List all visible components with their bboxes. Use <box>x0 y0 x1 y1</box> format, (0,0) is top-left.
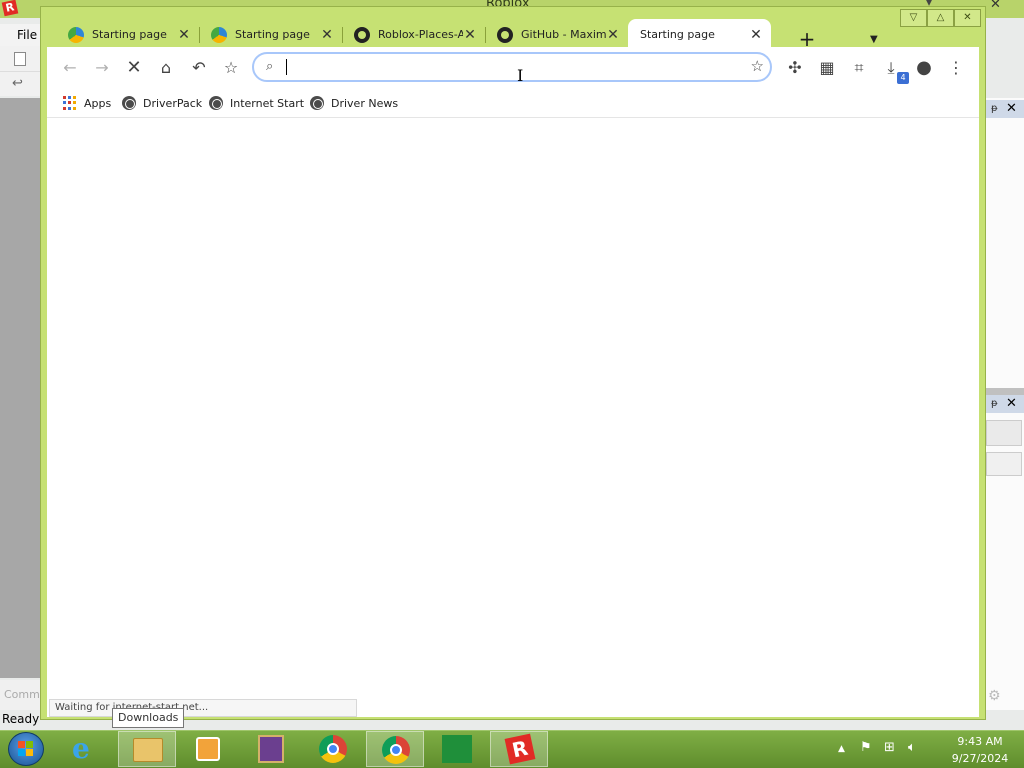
tab-close-icon[interactable]: ✕ <box>749 27 763 43</box>
stop-icon[interactable]: ✕ <box>123 57 145 79</box>
properties-field[interactable] <box>986 452 1022 476</box>
tab-starting-page-1[interactable]: Starting page ✕ <box>56 19 200 50</box>
archive-icon <box>258 735 284 763</box>
new-document-icon[interactable] <box>14 52 26 66</box>
tab-close-icon[interactable]: ✕ <box>606 27 620 43</box>
bookmark-label: Driver News <box>331 96 399 110</box>
command-bar-hint: Comm <box>4 688 40 701</box>
roblox-status-text: Ready <box>2 712 40 726</box>
loading-status: Waiting for internet-start.net... <box>49 699 357 717</box>
tab-label: Roblox-Places-A <box>378 28 463 41</box>
bookmark-label: DriverPack <box>143 96 203 110</box>
bookmarks-bar: Apps DriverPack Internet Start Driver Ne… <box>47 90 979 118</box>
bookmark-driver-news[interactable]: Driver News <box>310 96 398 110</box>
volume-muted-icon[interactable]: 🔈︎ <box>908 740 916 755</box>
clock-date[interactable]: 9/27/2024 <box>945 752 1015 765</box>
address-input[interactable] <box>284 58 734 78</box>
globe-icon <box>209 96 223 110</box>
internet-explorer-icon: e <box>72 732 90 765</box>
mouse-text-cursor: I <box>517 66 524 85</box>
spinner-icon <box>68 26 84 43</box>
star-icon[interactable]: ☆ <box>751 57 764 75</box>
network-icon[interactable]: ⊞ <box>884 740 895 755</box>
browser-window: ▽ △ ✕ Starting page ✕ Starting page ✕ Ro… <box>40 6 986 720</box>
windows-logo-icon <box>18 741 33 756</box>
tab-starting-page-2[interactable]: Starting page ✕ <box>199 19 343 50</box>
chrome-icon-center <box>327 743 339 755</box>
show-hidden-icons-icon[interactable]: ▲ <box>838 744 845 754</box>
tab-github-maxim[interactable]: GitHub - Maxim ✕ <box>485 19 628 50</box>
taskbar-store[interactable] <box>428 731 486 767</box>
menu-kebab-icon[interactable]: ⋮ <box>945 57 967 79</box>
roblox-close-icon[interactable]: ✕ <box>990 0 1001 12</box>
github-icon <box>497 26 513 43</box>
tab-strip: Starting page ✕ Starting page ✕ Roblox-P… <box>56 16 976 50</box>
profile-icon[interactable]: ● <box>913 57 935 79</box>
panel-close-icon[interactable]: ✕ <box>1006 101 1017 116</box>
github-icon <box>354 26 370 43</box>
downloads-count-badge: 4 <box>897 72 909 84</box>
tab-close-icon[interactable]: ✕ <box>463 27 477 43</box>
tab-search-chevron-icon[interactable]: ▼ <box>870 34 878 45</box>
chrome-icon-center <box>390 744 402 756</box>
store-icon <box>442 735 472 763</box>
browser-content: ← → ✕ ⌂ ↶ ☆ ⌕ ☆ ✣ ▦ ⌗ ⤓ 4 ● ⋮ Apps Drive… <box>47 47 979 717</box>
bookmark-label: Apps <box>84 96 112 110</box>
bookmark-driverpack[interactable]: DriverPack <box>122 96 202 110</box>
taskbar-chrome[interactable] <box>304 731 362 767</box>
taskbar-chrome-active[interactable] <box>366 731 424 767</box>
tab-label: GitHub - Maxim <box>521 28 606 41</box>
tab-label: Starting page <box>640 28 715 41</box>
search-icon: ⌕ <box>266 59 274 74</box>
taskbar-media-player[interactable] <box>180 731 238 767</box>
apps-grid-icon[interactable]: ▦ <box>816 57 838 79</box>
bookmark-internet-start[interactable]: Internet Start <box>209 96 304 110</box>
tab-label: Starting page <box>92 28 167 41</box>
globe-icon <box>310 96 324 110</box>
roblox-viewport[interactable] <box>0 98 42 678</box>
bookmark-apps[interactable]: Apps <box>63 96 111 110</box>
bookmark-star-icon[interactable]: ☆ <box>220 57 242 79</box>
crop-icon[interactable]: ⌗ <box>848 57 870 79</box>
taskbar-archiver[interactable] <box>242 731 300 767</box>
pin-icon[interactable]: ᵽ <box>991 398 998 409</box>
panel-close-icon[interactable]: ✕ <box>1006 396 1017 411</box>
tab-starting-page-active[interactable]: Starting page ✕ <box>628 19 771 50</box>
tab-roblox-places[interactable]: Roblox-Places-A ✕ <box>342 19 486 50</box>
taskbar-file-explorer[interactable] <box>118 731 176 767</box>
taskbar-roblox-studio[interactable]: R <box>490 731 548 767</box>
page-viewport[interactable] <box>47 119 979 717</box>
globe-icon <box>122 96 136 110</box>
back-icon[interactable]: ← <box>59 57 81 79</box>
gear-icon[interactable]: ⚙ <box>988 688 1001 704</box>
extensions-icon[interactable]: ✣ <box>784 57 806 79</box>
media-player-icon <box>196 737 220 761</box>
undo-close-tab-icon[interactable]: ↶ <box>188 57 210 79</box>
home-icon[interactable]: ⌂ <box>155 57 177 79</box>
action-center-flag-icon[interactable]: ⚑ <box>860 740 872 755</box>
address-bar[interactable]: ⌕ ☆ <box>252 52 772 82</box>
folder-icon <box>133 738 163 762</box>
properties-field[interactable] <box>986 420 1022 446</box>
tab-close-icon[interactable]: ✕ <box>320 27 334 43</box>
bookmark-label: Internet Start <box>230 96 305 110</box>
pin-icon[interactable]: ᵽ <box>991 103 998 114</box>
spinner-icon <box>211 26 227 43</box>
roblox-icon: R <box>504 733 536 765</box>
clock-time[interactable]: 9:43 AM <box>950 735 1010 748</box>
tab-label: Starting page <box>235 28 310 41</box>
undo-icon[interactable]: ↩ <box>12 76 23 91</box>
forward-icon[interactable]: → <box>91 57 113 79</box>
roblox-logo-icon: R <box>1 0 19 17</box>
text-caret <box>286 59 287 75</box>
roblox-menu-file[interactable]: File <box>17 28 37 42</box>
tab-close-icon[interactable]: ✕ <box>177 27 191 43</box>
downloads-tooltip: Downloads <box>112 708 185 728</box>
taskbar-internet-explorer[interactable]: e <box>56 731 114 767</box>
browser-toolbar: ← → ✕ ⌂ ↶ ☆ ⌕ ☆ ✣ ▦ ⌗ ⤓ 4 ● ⋮ <box>47 47 979 87</box>
apps-icon <box>63 96 77 110</box>
